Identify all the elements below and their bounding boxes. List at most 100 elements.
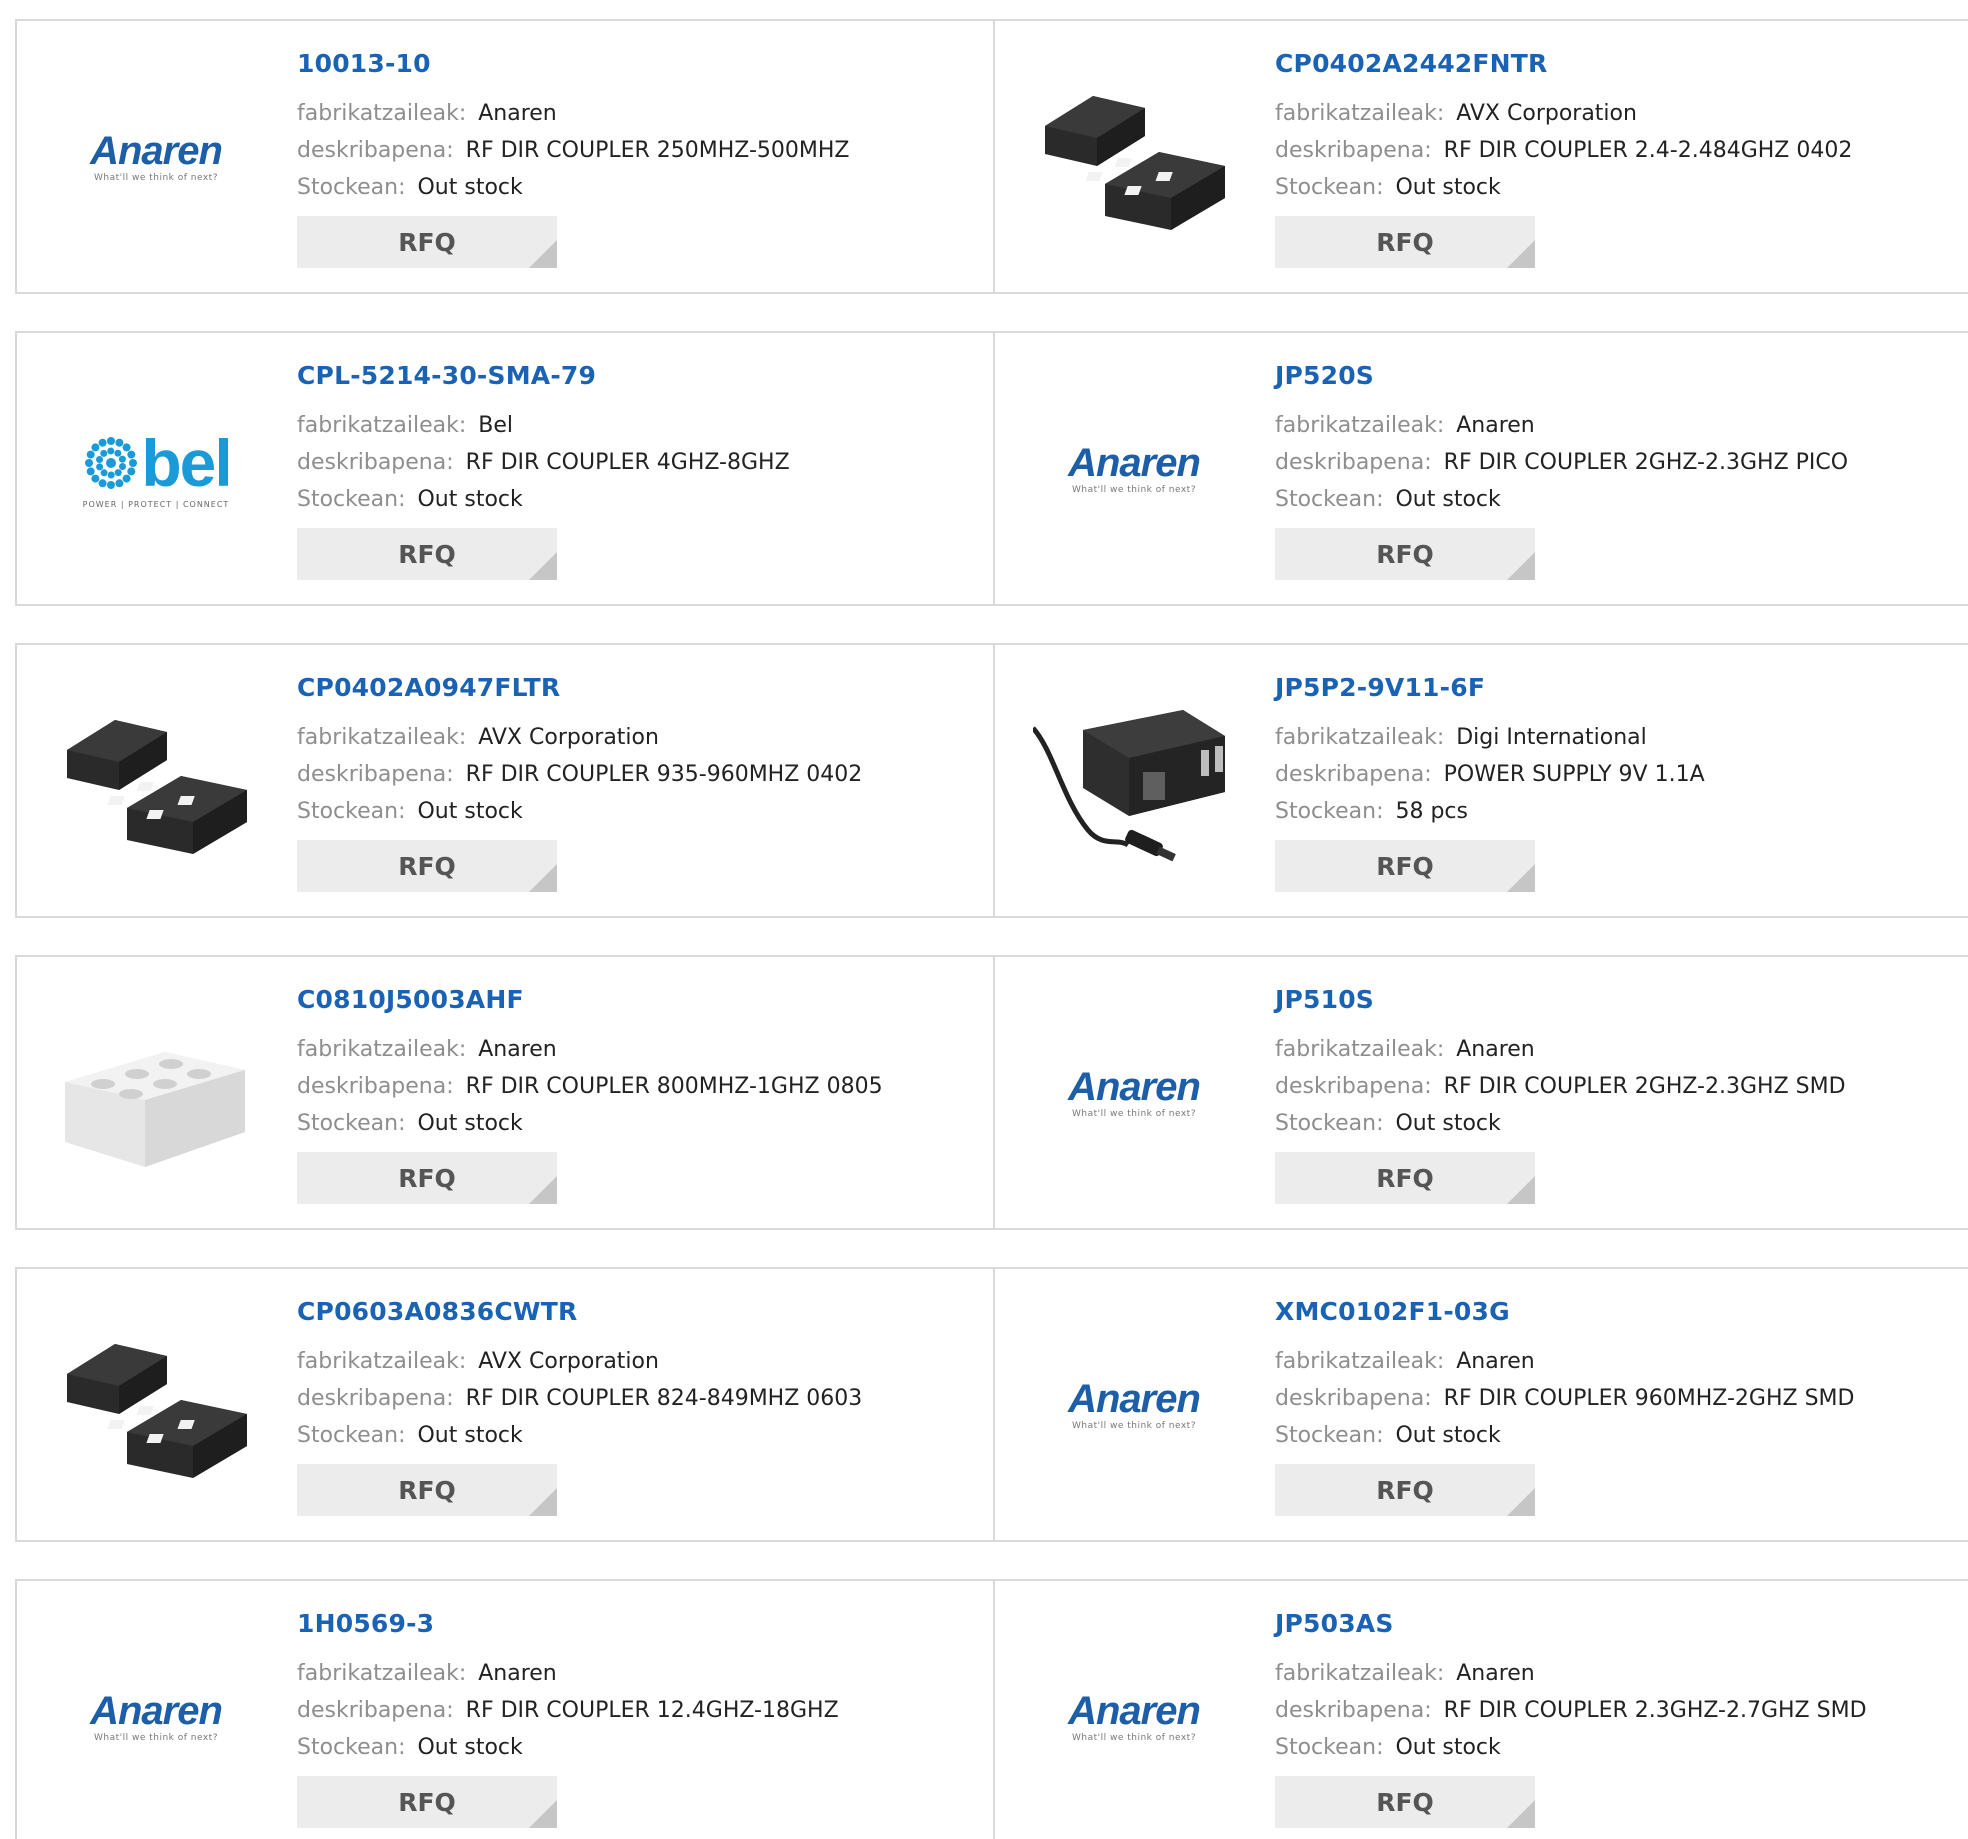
chip-photo-icon <box>55 680 257 882</box>
description-label: deskribapena: <box>1275 138 1432 163</box>
rfq-button[interactable]: RFQ <box>297 1152 557 1204</box>
part-number-link[interactable]: XMC0102F1-03G <box>1275 1297 1854 1327</box>
rfq-button[interactable]: RFQ <box>1275 840 1535 892</box>
stock-value: Out stock <box>1395 1735 1501 1760</box>
description-label: deskribapena: <box>297 1386 454 1411</box>
manufacturer-line: fabrikatzaileak: Anaren <box>297 1031 883 1068</box>
rfq-label: RFQ <box>1376 1475 1434 1505</box>
product-image[interactable] <box>55 992 257 1194</box>
part-number-link[interactable]: JP520S <box>1275 361 1848 391</box>
rfq-label: RFQ <box>1376 1163 1434 1193</box>
stock-value: Out stock <box>417 1111 523 1136</box>
anaren-logo: Anaren What'll we think of next? <box>90 1691 223 1743</box>
manufacturer-line: fabrikatzaileak: Bel <box>297 407 790 444</box>
part-number-link[interactable]: CP0402A0947FLTR <box>297 673 862 703</box>
anaren-logo: Anaren What'll we think of next? <box>90 131 223 183</box>
product-info: CP0402A0947FLTR fabrikatzaileak: AVX Corp… <box>297 673 862 892</box>
rfq-button[interactable]: RFQ <box>297 1776 557 1828</box>
part-number-link[interactable]: 10013-10 <box>297 49 850 79</box>
stock-value: Out stock <box>417 175 523 200</box>
anaren-logo-tagline: What'll we think of next? <box>1071 1109 1196 1119</box>
description-label: deskribapena: <box>1275 1386 1432 1411</box>
product-image[interactable] <box>1033 680 1235 882</box>
stock-line: Stockean: Out stock <box>297 481 790 518</box>
product-image[interactable]: Anaren What'll we think of next? <box>1033 368 1235 570</box>
stock-value: Out stock <box>1395 1111 1501 1136</box>
product-image[interactable]: Anaren What'll we think of next? <box>1033 992 1235 1194</box>
rfq-button[interactable]: RFQ <box>297 528 557 580</box>
part-number-link[interactable]: C0810J5003AHF <box>297 985 883 1015</box>
description-value: RF DIR COUPLER 935-960MHZ 0402 <box>465 762 863 787</box>
rfq-button[interactable]: RFQ <box>297 216 557 268</box>
anaren-logo: Anaren What'll we think of next? <box>1068 1067 1201 1119</box>
anaren-logo: Anaren What'll we think of next? <box>1068 443 1201 495</box>
product-image[interactable]: bel POWER | PROTECT | CONNECT <box>55 368 257 570</box>
product-info: JP503AS fabrikatzaileak: Anaren deskribap… <box>1275 1609 1867 1828</box>
manufacturer-line: fabrikatzaileak: Anaren <box>1275 1031 1846 1068</box>
stock-value: Out stock <box>417 1735 523 1760</box>
product-image[interactable] <box>55 680 257 882</box>
bel-sunburst-icon <box>85 436 138 489</box>
description-value: RF DIR COUPLER 800MHZ-1GHZ 0805 <box>465 1074 883 1099</box>
manufacturer-value: Digi International <box>1456 725 1647 750</box>
corner-decoration <box>1507 1488 1535 1516</box>
anaren-logo-tagline: What'll we think of next? <box>93 173 218 183</box>
product-image[interactable] <box>1033 56 1235 258</box>
product-info: JP5P2-9V11-6F fabrikatzaileak: Digi Inter… <box>1275 673 1705 892</box>
description-line: deskribapena: RF DIR COUPLER 935-960MHZ 0… <box>297 756 862 793</box>
manufacturer-line: fabrikatzaileak: Anaren <box>297 95 850 132</box>
rfq-label: RFQ <box>398 539 456 569</box>
rfq-button[interactable]: RFQ <box>1275 1776 1535 1828</box>
product-image[interactable]: Anaren What'll we think of next? <box>55 56 257 258</box>
description-line: deskribapena: RF DIR COUPLER 800MHZ-1GHZ … <box>297 1068 883 1105</box>
part-number-link[interactable]: CP0603A0836CWTR <box>297 1297 862 1327</box>
corner-decoration <box>529 1176 557 1204</box>
manufacturer-value: Anaren <box>1456 1661 1535 1686</box>
description-label: deskribapena: <box>1275 1698 1432 1723</box>
description-value: POWER SUPPLY 9V 1.1A <box>1443 762 1705 787</box>
manufacturer-label: fabrikatzaileak: <box>297 1349 467 1374</box>
product-card: C0810J5003AHF fabrikatzaileak: Anaren des… <box>17 957 995 1228</box>
stock-line: Stockean: Out stock <box>1275 1729 1867 1766</box>
product-image[interactable]: Anaren What'll we think of next? <box>1033 1616 1235 1818</box>
manufacturer-line: fabrikatzaileak: AVX Corporation <box>297 1343 862 1380</box>
part-number-link[interactable]: JP503AS <box>1275 1609 1867 1639</box>
rfq-button[interactable]: RFQ <box>297 1464 557 1516</box>
stock-value: Out stock <box>417 487 523 512</box>
product-image[interactable]: Anaren What'll we think of next? <box>1033 1304 1235 1506</box>
part-number-link[interactable]: CPL-5214-30-SMA-79 <box>297 361 790 391</box>
description-line: deskribapena: RF DIR COUPLER 2.3GHZ-2.7GH… <box>1275 1692 1867 1729</box>
part-number-link[interactable]: JP510S <box>1275 985 1846 1015</box>
product-image[interactable] <box>55 1304 257 1506</box>
manufacturer-label: fabrikatzaileak: <box>1275 413 1445 438</box>
manufacturer-value: AVX Corporation <box>1456 101 1637 126</box>
part-number-link[interactable]: 1H0569-3 <box>297 1609 839 1639</box>
anaren-logo: Anaren What'll we think of next? <box>1068 1379 1201 1431</box>
manufacturer-line: fabrikatzaileak: AVX Corporation <box>1275 95 1852 132</box>
part-number-link[interactable]: CP0402A2442FNTR <box>1275 49 1852 79</box>
anaren-logo-word: Anaren <box>1068 1689 1201 1733</box>
rfq-button[interactable]: RFQ <box>1275 528 1535 580</box>
part-number-link[interactable]: JP5P2-9V11-6F <box>1275 673 1705 703</box>
power-adapter-icon <box>1033 680 1235 882</box>
manufacturer-label: fabrikatzaileak: <box>297 413 467 438</box>
product-card: Anaren What'll we think of next? JP503AS… <box>995 1581 1968 1839</box>
product-card: JP5P2-9V11-6F fabrikatzaileak: Digi Inter… <box>995 645 1968 916</box>
product-card: Anaren What'll we think of next? 10013-1… <box>17 21 995 292</box>
rfq-button[interactable]: RFQ <box>297 840 557 892</box>
product-card: CP0402A2442FNTR fabrikatzaileak: AVX Corp… <box>995 21 1968 292</box>
corner-decoration <box>1507 240 1535 268</box>
product-card: Anaren What'll we think of next? JP510S … <box>995 957 1968 1228</box>
product-row: Anaren What'll we think of next? 10013-1… <box>15 19 1968 294</box>
stock-value: 58 pcs <box>1395 799 1468 824</box>
bel-logo-word: bel <box>141 425 232 500</box>
rfq-button[interactable]: RFQ <box>1275 216 1535 268</box>
manufacturer-label: fabrikatzaileak: <box>1275 1037 1445 1062</box>
rfq-button[interactable]: RFQ <box>1275 1464 1535 1516</box>
product-info: 1H0569-3 fabrikatzaileak: Anaren deskriba… <box>297 1609 839 1828</box>
description-line: deskribapena: RF DIR COUPLER 824-849MHZ 0… <box>297 1380 862 1417</box>
manufacturer-line: fabrikatzaileak: Digi International <box>1275 719 1705 756</box>
stock-line: Stockean: Out stock <box>1275 1417 1854 1454</box>
rfq-button[interactable]: RFQ <box>1275 1152 1535 1204</box>
product-image[interactable]: Anaren What'll we think of next? <box>55 1616 257 1818</box>
